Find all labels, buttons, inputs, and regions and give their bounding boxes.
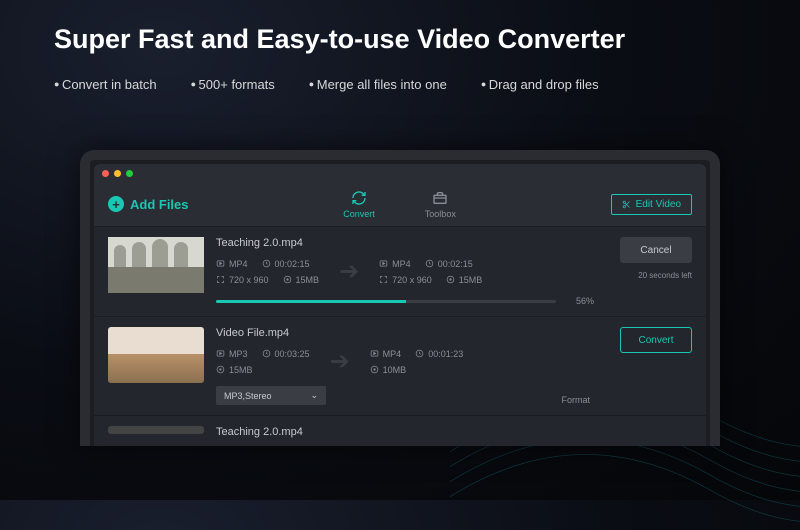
disk-icon — [283, 275, 292, 284]
video-icon — [370, 349, 379, 358]
add-files-button[interactable]: + Add Files — [108, 196, 189, 212]
format-label: Format — [561, 395, 590, 405]
tab-toolbox-label: Toolbox — [425, 209, 456, 219]
bullet-item: Merge all files into one — [309, 77, 447, 92]
edit-video-button[interactable]: Edit Video — [611, 194, 692, 215]
file-name: Teaching 2.0.mp4 — [216, 426, 692, 438]
clock-icon — [415, 349, 424, 358]
convert-icon — [350, 189, 368, 207]
clock-icon — [262, 349, 271, 358]
file-name: Teaching 2.0.mp4 — [216, 237, 594, 249]
bullet-item: 500+ formats — [191, 77, 275, 92]
window-close-icon[interactable] — [102, 170, 109, 177]
audio-icon — [216, 349, 225, 358]
chevron-down-icon: ⌄ — [310, 390, 318, 401]
expand-icon — [216, 275, 225, 284]
file-item: Teaching 2.0.mp4 MP4 00:02:15 720 x 960 … — [94, 226, 706, 316]
file-item: Teaching 2.0.mp4 — [94, 415, 706, 446]
tab-convert-label: Convert — [343, 209, 375, 219]
audio-format-dropdown[interactable]: MP3,Stereo ⌄ — [216, 386, 326, 405]
file-name: Video File.mp4 — [216, 327, 594, 339]
time-left-label: 20 seconds left — [638, 271, 692, 280]
toolbox-icon — [431, 189, 449, 207]
video-icon — [379, 259, 388, 268]
thumbnail[interactable] — [108, 327, 204, 383]
add-files-label: Add Files — [130, 197, 189, 212]
progress-percent: 56% — [566, 296, 594, 306]
thumbnail[interactable] — [108, 237, 204, 293]
edit-video-label: Edit Video — [636, 199, 681, 210]
file-item: Video File.mp4 MP3 00:03:25 15MB — [94, 316, 706, 415]
laptop-mockup: + Add Files Convert Toolbox — [80, 150, 720, 446]
tab-toolbox[interactable]: Toolbox — [425, 189, 456, 219]
expand-icon — [379, 275, 388, 284]
app-window: + Add Files Convert Toolbox — [94, 164, 706, 446]
bullet-item: Convert in batch — [54, 77, 157, 92]
feature-bullets: Convert in batch 500+ formats Merge all … — [0, 55, 800, 92]
tab-convert[interactable]: Convert — [343, 189, 375, 219]
convert-button[interactable]: Convert — [620, 327, 692, 353]
target-meta: MP4 00:01:23 10MB — [370, 349, 464, 375]
cancel-button[interactable]: Cancel — [620, 237, 692, 263]
source-meta: MP4 00:02:15 720 x 960 15MB — [216, 259, 319, 285]
clock-icon — [425, 259, 434, 268]
disk-icon — [370, 365, 379, 374]
window-zoom-icon[interactable] — [126, 170, 133, 177]
headline: Super Fast and Easy-to-use Video Convert… — [0, 0, 800, 55]
window-minimize-icon[interactable] — [114, 170, 121, 177]
titlebar — [94, 164, 706, 182]
video-icon — [216, 259, 225, 268]
thumbnail[interactable] — [108, 426, 204, 434]
progress-bar — [216, 300, 556, 303]
disk-icon — [216, 365, 225, 374]
file-list: Teaching 2.0.mp4 MP4 00:02:15 720 x 960 … — [94, 226, 706, 446]
target-meta: MP4 00:02:15 720 x 960 15MB — [379, 259, 482, 285]
source-meta: MP3 00:03:25 15MB — [216, 349, 310, 375]
bullet-item: Drag and drop files — [481, 77, 599, 92]
disk-icon — [446, 275, 455, 284]
arrow-right-icon: ➔ — [326, 347, 354, 376]
scissors-icon — [622, 200, 631, 209]
toolbar: + Add Files Convert Toolbox — [94, 182, 706, 226]
clock-icon — [262, 259, 271, 268]
arrow-right-icon: ➔ — [335, 257, 363, 286]
plus-icon: + — [108, 196, 124, 212]
